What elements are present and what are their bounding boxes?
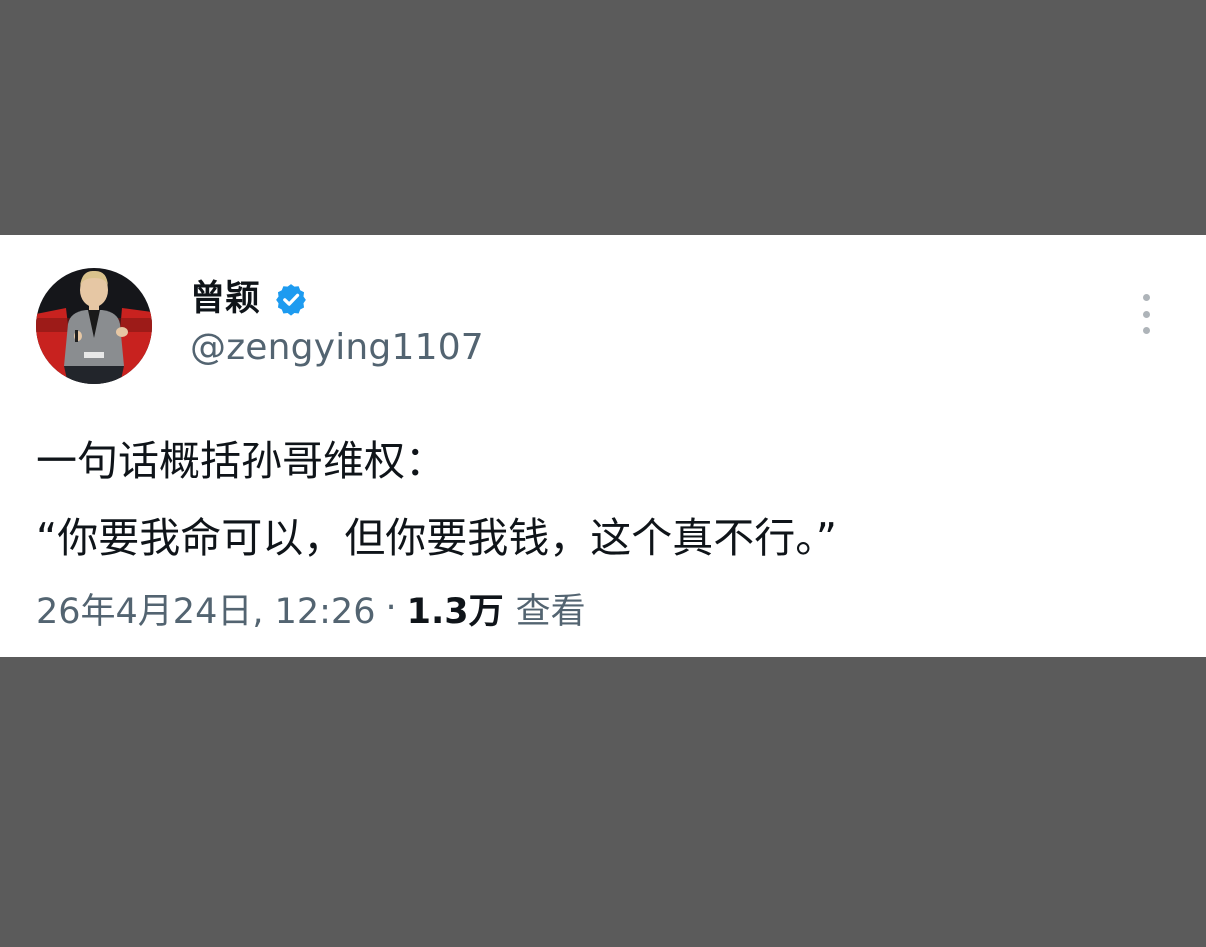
tweet-meta: 26年4月24日, 12:26 · 1.3万 查看: [36, 583, 586, 633]
more-options-icon-dot: [1142, 310, 1150, 318]
author-name-row: 曾颖: [190, 277, 308, 321]
top-background-band: [0, 0, 1206, 235]
tweet-text-line: 一句话概括孙哥维权：: [36, 437, 446, 485]
tweet-text: 一句话概括孙哥维权： “你要我命可以，但你要我钱，这个真不行。”: [36, 423, 1166, 577]
more-options-icon: [1142, 294, 1150, 301]
tweet-timestamp[interactable]: 26年4月24日, 12:26: [36, 583, 375, 634]
views-label: 查看: [515, 591, 586, 632]
views-count: 1.3万: [406, 591, 504, 632]
blurred-watermark: [470, 898, 736, 938]
more-options-icon-dot: [1142, 327, 1150, 334]
more-options-button[interactable]: [1130, 293, 1162, 335]
avatar[interactable]: [36, 268, 152, 384]
tweet-text-line: “你要我命可以，但你要我钱，这个真不行。”: [36, 514, 837, 562]
meta-separator: ·: [385, 588, 397, 628]
user-handle[interactable]: @zengying1107: [190, 325, 484, 371]
avatar-photo-icon: [36, 268, 152, 384]
verified-badge-icon: [274, 282, 308, 316]
tweet-card: 曾颖 @zengying1107 一句话概括孙哥维权： “你要我命可以，但你要我…: [0, 235, 1206, 657]
display-name[interactable]: 曾颖: [190, 277, 260, 321]
